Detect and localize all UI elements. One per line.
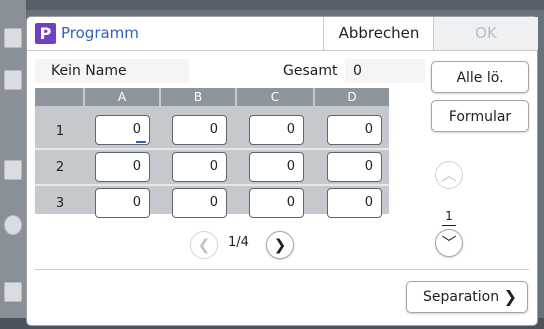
ok-button[interactable]: OK xyxy=(433,17,538,50)
background-sidebar xyxy=(0,0,26,329)
scroll-up-button[interactable]: ︿ xyxy=(435,161,463,189)
dialog-title: Programm xyxy=(61,24,139,42)
chevron-left-icon: ❮ xyxy=(197,236,211,254)
background-doc-icon xyxy=(4,28,22,48)
cell-1-c[interactable]: 0 xyxy=(249,115,304,145)
total-value: 0 xyxy=(345,59,425,83)
column-header-c: C xyxy=(237,88,313,106)
form-button[interactable]: Formular xyxy=(431,100,529,132)
scroll-position-numerator: 1 xyxy=(445,209,453,223)
clear-all-button[interactable]: Alle lö. xyxy=(431,61,529,93)
cell-1-b[interactable]: 0 xyxy=(172,115,227,145)
cell-3-b[interactable]: 0 xyxy=(172,188,227,218)
cell-3-d[interactable]: 0 xyxy=(327,188,382,218)
row-label-1: 1 xyxy=(55,124,65,139)
program-badge-icon: P xyxy=(35,23,56,44)
previous-page-button[interactable]: ❮ xyxy=(190,231,218,259)
cell-2-b[interactable]: 0 xyxy=(172,152,227,182)
background-doc-icon xyxy=(4,70,22,90)
program-name-field[interactable]: Kein Name xyxy=(35,59,189,83)
cancel-button[interactable]: Abbrechen xyxy=(323,17,434,50)
program-dialog: P Programm Abbrechen OK Kein Name Gesamt… xyxy=(27,17,538,325)
chevron-right-icon: ❯ xyxy=(503,287,517,306)
column-header-corner xyxy=(35,88,83,106)
row-label-2: 2 xyxy=(55,160,65,175)
total-label: Gesamt xyxy=(283,63,338,79)
cell-3-a[interactable]: 0 xyxy=(95,188,150,218)
chevron-right-icon: ❯ xyxy=(273,236,287,254)
background-topbar xyxy=(0,0,544,10)
row-label-3: 3 xyxy=(55,196,65,211)
background-check-icon xyxy=(4,215,22,235)
next-page-button[interactable]: ❯ xyxy=(266,231,294,259)
cell-2-a[interactable]: 0 xyxy=(95,152,150,182)
separation-button[interactable]: Separation ❯ xyxy=(406,281,528,313)
column-header-d: D xyxy=(315,88,389,106)
copy-program-table: A B C D 1 0 0 0 0 2 0 0 0 0 3 0 0 0 0 xyxy=(35,88,389,218)
dialog-titlebar: P Programm Abbrechen OK xyxy=(27,17,538,51)
scroll-down-button[interactable]: ﹀ xyxy=(435,229,463,257)
cell-2-c[interactable]: 0 xyxy=(249,152,304,182)
divider xyxy=(35,269,529,270)
cell-2-d[interactable]: 0 xyxy=(327,152,382,182)
separation-label: Separation xyxy=(423,289,500,305)
page-indicator: 1/4 xyxy=(228,235,249,250)
fraction-line xyxy=(442,225,456,226)
row-divider xyxy=(35,184,389,186)
background-tool-icon xyxy=(4,282,22,302)
input-cursor xyxy=(136,141,146,143)
row-divider xyxy=(35,148,389,150)
cell-1-d[interactable]: 0 xyxy=(327,115,382,145)
chevron-up-icon: ︿ xyxy=(441,166,457,184)
column-header-a: A xyxy=(85,88,159,106)
chevron-down-icon: ﹀ xyxy=(441,234,457,252)
column-header-b: B xyxy=(161,88,235,106)
background-doc-icon xyxy=(4,160,22,180)
cell-3-c[interactable]: 0 xyxy=(249,188,304,218)
